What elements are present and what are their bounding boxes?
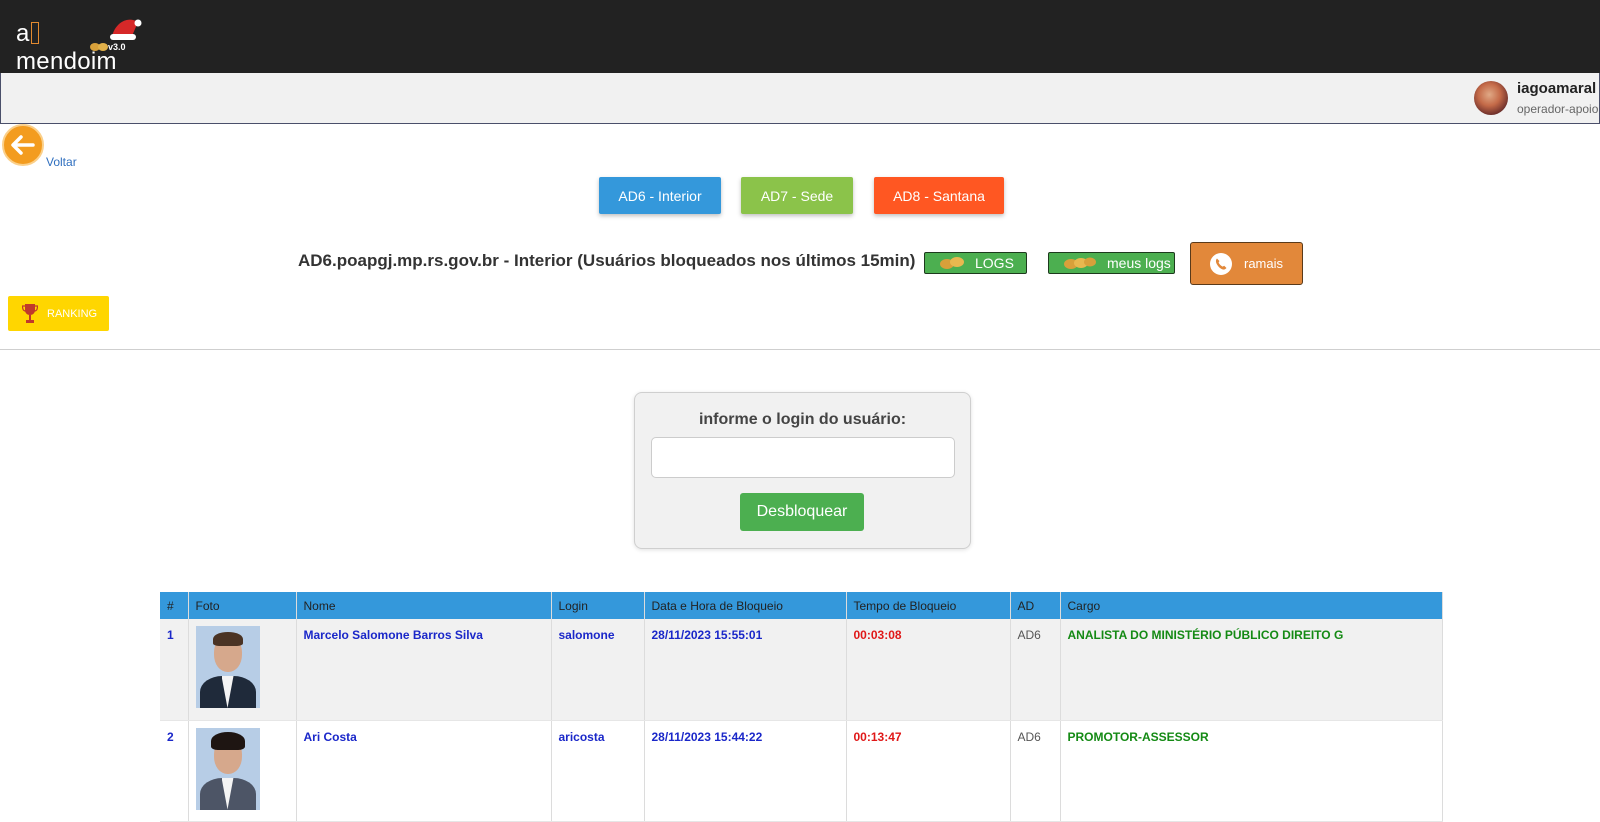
ramais-label: ramais <box>1244 256 1284 271</box>
unlock-button[interactable]: Desbloquear <box>740 493 864 531</box>
column-header-ad[interactable]: AD <box>1010 592 1061 619</box>
cell-data: 28/11/2023 15:55:01 <box>644 619 847 721</box>
user-photo <box>195 626 260 708</box>
ramais-button[interactable]: ramais <box>1190 242 1303 285</box>
ad8-santana-button[interactable]: AD8 - Santana <box>874 177 1004 214</box>
logs-button[interactable]: LOGS <box>924 252 1027 274</box>
cell-index: 1 <box>160 619 189 721</box>
cell-nome: Marcelo Salomone Barros Silva <box>296 619 552 721</box>
page-title: AD6.poapgj.mp.rs.gov.br - Interior (Usuá… <box>298 251 916 270</box>
table-header-row: # Foto Nome Login Data e Hora de Bloquei… <box>160 592 1443 619</box>
arrow-left-icon <box>11 135 35 155</box>
avatar[interactable] <box>1474 81 1508 115</box>
app-version: v3.0 <box>108 42 126 52</box>
cell-ad: AD6 <box>1010 619 1061 721</box>
logs-label: LOGS <box>975 255 1014 271</box>
user-name[interactable]: iagoamaral <box>1517 80 1596 97</box>
trophy-icon <box>22 303 38 323</box>
column-header-nome[interactable]: Nome <box>296 592 552 619</box>
ad6-interior-button[interactable]: AD6 - Interior <box>599 177 721 214</box>
meus-logs-button[interactable]: meus logs <box>1048 252 1175 274</box>
top-bar: amendoim v3.0 <box>0 0 1600 75</box>
table-row[interactable]: 1 Marcelo Salomone Barros Silva salomone… <box>160 619 1443 721</box>
column-header-data[interactable]: Data e Hora de Bloqueio <box>644 592 847 619</box>
user-photo <box>195 727 260 810</box>
meus-logs-label: meus logs <box>1107 255 1171 271</box>
ranking-label: RANKING <box>47 307 98 320</box>
unlock-label: informe o login do usuário: <box>698 411 907 428</box>
ranking-button[interactable]: RANKING <box>8 296 109 331</box>
santa-hat-icon <box>110 19 142 40</box>
back-button[interactable] <box>2 124 44 166</box>
unlock-form: informe o login do usuário: Desbloquear <box>634 392 971 549</box>
cell-login: salomone <box>551 619 645 721</box>
cell-tempo: 00:03:08 <box>846 619 1011 721</box>
logo-cursor-mark <box>30 22 39 44</box>
ad7-sede-button[interactable]: AD7 - Sede <box>741 177 853 214</box>
user-bar: iagoamaral operador-apoio <box>0 73 1600 124</box>
login-input[interactable] <box>651 437 955 478</box>
blocked-users-table: # Foto Nome Login Data e Hora de Bloquei… <box>160 592 1443 822</box>
column-header-login[interactable]: Login <box>551 592 645 619</box>
column-header-foto[interactable]: Foto <box>188 592 297 619</box>
peanut-icon <box>940 257 964 269</box>
column-header-index[interactable]: # <box>160 592 189 619</box>
divider <box>0 349 1600 350</box>
column-header-tempo[interactable]: Tempo de Bloqueio <box>846 592 1011 619</box>
peanut-icon <box>90 43 108 51</box>
cell-cargo: ANALISTA DO MINISTÉRIO PÚBLICO DIREITO G <box>1060 619 1443 721</box>
cell-photo <box>188 619 297 721</box>
peanut-icon <box>1064 257 1096 269</box>
phone-icon <box>1210 252 1232 275</box>
column-header-cargo[interactable]: Cargo <box>1060 592 1443 619</box>
user-role: operador-apoio <box>1517 102 1599 116</box>
back-link[interactable]: Voltar <box>46 155 77 169</box>
